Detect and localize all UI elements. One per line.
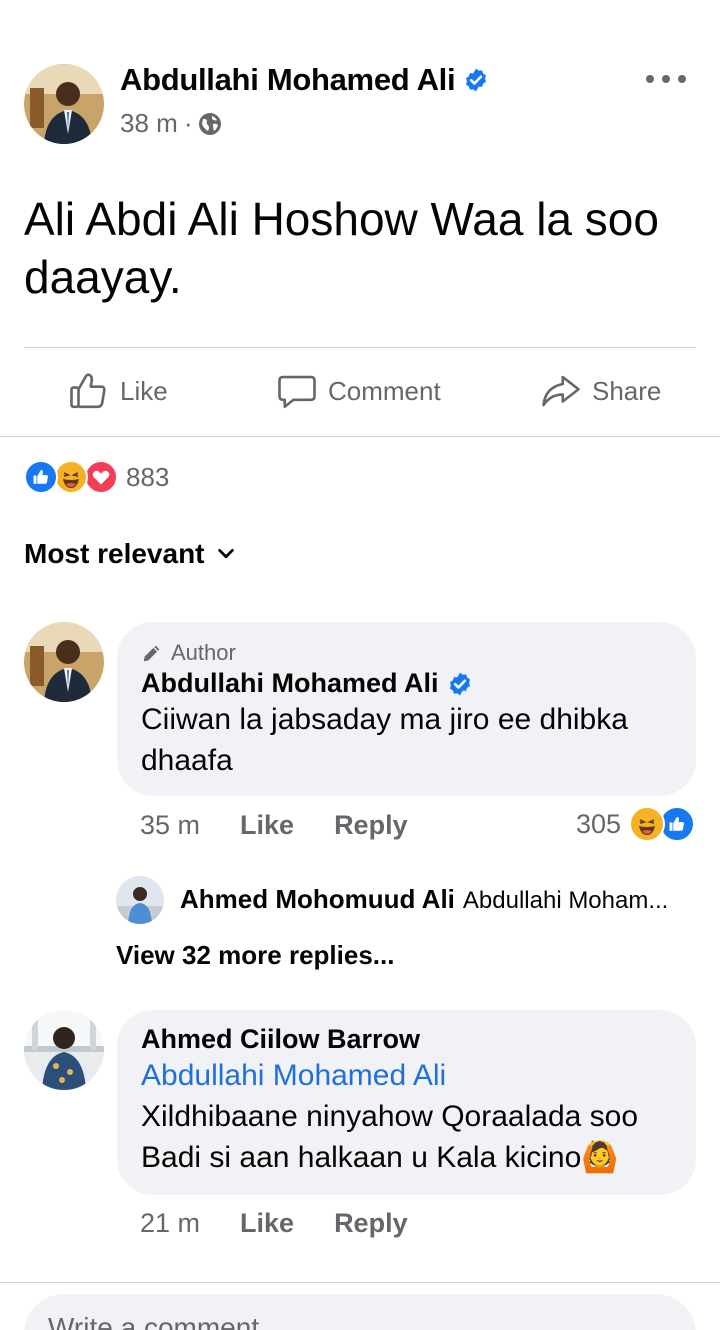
reaction-count: 883 bbox=[126, 461, 170, 492]
like-label: Like bbox=[120, 375, 168, 406]
more-options-icon[interactable] bbox=[646, 64, 686, 94]
comment-bubble[interactable]: Author Abdullahi Mohamed Ali Ciiwan la j… bbox=[117, 622, 696, 796]
view-more-replies-link[interactable]: View 32 more replies... bbox=[116, 940, 394, 971]
composer-divider bbox=[0, 1282, 720, 1283]
post-author-avatar[interactable] bbox=[24, 64, 104, 144]
share-button[interactable]: Share bbox=[540, 370, 661, 412]
comment-author-avatar[interactable] bbox=[24, 622, 104, 702]
haha-reaction-icon bbox=[54, 460, 88, 494]
chevron-down-icon bbox=[217, 548, 234, 559]
comment-author-line: Abdullahi Mohamed Ali bbox=[141, 668, 672, 699]
comment-reply-button[interactable]: Reply bbox=[334, 1208, 408, 1239]
post-timestamp[interactable]: 38 m bbox=[120, 108, 178, 139]
comment-author-name[interactable]: Ahmed Ciilow Barrow bbox=[141, 1024, 672, 1055]
comment-icon bbox=[278, 375, 316, 409]
haha-reaction-icon bbox=[629, 806, 666, 842]
comment-reactions[interactable]: 305 bbox=[576, 806, 696, 842]
comment-like-button[interactable]: Like bbox=[240, 810, 294, 841]
comment-bubble[interactable]: Ahmed Ciilow Barrow Abdullahi Mohamed Al… bbox=[117, 1010, 696, 1195]
reply-author-name: Ahmed Mohomuud Ali bbox=[180, 884, 455, 914]
comment-text-container: Xildhibaane ninyahow Qoraalada soo Badi … bbox=[141, 1096, 672, 1178]
reply-author-avatar[interactable] bbox=[116, 876, 164, 924]
meta-separator: · bbox=[183, 108, 193, 138]
comment-author-avatar[interactable] bbox=[24, 1010, 104, 1090]
post-divider bbox=[24, 347, 696, 348]
verified-badge-icon bbox=[466, 68, 487, 92]
comment-reply-button[interactable]: Reply bbox=[334, 810, 408, 841]
mention-tag[interactable]: Abdullahi Mohamed Ali bbox=[141, 1055, 672, 1096]
comment-sort-dropdown[interactable]: Most relevant bbox=[24, 538, 237, 570]
author-badge-label: Author bbox=[171, 640, 236, 665]
comment-timestamp[interactable]: 35 m bbox=[140, 810, 200, 841]
reactions-summary[interactable]: 883 bbox=[24, 460, 169, 494]
actions-divider bbox=[0, 436, 720, 437]
post-meta: 38 m · bbox=[120, 108, 222, 139]
reply-preview[interactable]: Ahmed Mohomuud Ali Abdullahi Moham... bbox=[180, 884, 700, 915]
like-reaction-icon bbox=[24, 460, 58, 494]
post-author-name[interactable]: Abdullahi Mohamed Ali bbox=[120, 62, 456, 98]
post-body-text: Ali Abdi Ali Hoshow Waa la soo daayay. bbox=[24, 193, 659, 303]
share-label: Share bbox=[592, 375, 662, 406]
comment-label: Comment bbox=[328, 375, 441, 406]
like-button[interactable]: Like bbox=[68, 370, 168, 412]
verified-badge-icon bbox=[449, 672, 470, 695]
comment-text: Ciiwan la jabsaday ma jiro ee dhibka dha… bbox=[141, 703, 628, 777]
comment-timestamp[interactable]: 21 m bbox=[140, 1208, 200, 1239]
write-comment-input[interactable]: Write a comment... bbox=[24, 1294, 696, 1330]
comment-meta: 21 m Like Reply bbox=[140, 1208, 448, 1239]
comment-author-name[interactable]: Abdullahi Mohamed Ali bbox=[141, 668, 439, 699]
share-arrow-icon bbox=[542, 375, 580, 407]
reply-snippet: Abdullahi Moham... bbox=[462, 887, 669, 914]
comment-text: Xildhibaane ninyahow Qoraalada soo Badi … bbox=[141, 1100, 639, 1174]
comment-button[interactable]: Comment bbox=[276, 370, 441, 412]
globe-icon bbox=[199, 112, 222, 135]
love-reaction-icon bbox=[84, 460, 118, 494]
pencil-icon bbox=[143, 645, 160, 662]
comment-like-button[interactable]: Like bbox=[240, 1208, 294, 1239]
person-gesturing-ok-emoji: 🙆 bbox=[581, 1141, 619, 1174]
thumbs-up-icon bbox=[70, 373, 106, 409]
comment-reaction-count: 305 bbox=[576, 808, 622, 839]
sort-label: Most relevant bbox=[24, 538, 205, 569]
post-author-line: Abdullahi Mohamed Ali bbox=[120, 62, 489, 98]
comment-meta: 35 m Like Reply bbox=[140, 810, 448, 841]
author-badge: Author bbox=[141, 640, 672, 666]
